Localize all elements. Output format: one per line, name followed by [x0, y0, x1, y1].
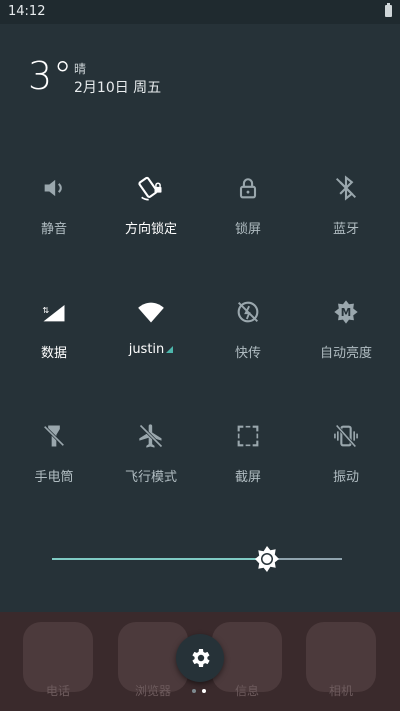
- tile-rotation-lock[interactable]: 方向锁定: [101, 174, 201, 284]
- tile-data[interactable]: ⇅ 数据: [4, 298, 104, 408]
- tile-bluetooth[interactable]: 蓝牙: [296, 174, 396, 284]
- volume-icon: [40, 174, 68, 202]
- settings-button[interactable]: [176, 634, 224, 682]
- page-dot-active: [202, 689, 206, 693]
- tile-auto-brightness[interactable]: M 自动亮度: [296, 298, 396, 408]
- tile-mute[interactable]: 静音: [4, 174, 104, 284]
- airplane-off-icon: [137, 422, 165, 450]
- wifi-network-name: justin: [128, 342, 165, 357]
- page-indicator: [192, 689, 212, 695]
- tile-lock-screen[interactable]: 锁屏: [198, 174, 298, 284]
- bluetooth-off-icon: [332, 174, 360, 202]
- status-bar: 14:12: [0, 0, 400, 24]
- auto-brightness-icon: M: [332, 298, 360, 326]
- tile-label: 手电筒: [34, 470, 74, 485]
- slider-fill: [52, 558, 267, 560]
- tile-label: 快传: [234, 346, 261, 361]
- wifi-icon: [137, 298, 165, 326]
- weather-condition: 晴: [74, 62, 87, 76]
- page-dot: [192, 689, 196, 693]
- tile-airplane-mode[interactable]: 飞行模式: [101, 422, 201, 532]
- tile-label: 自动亮度: [319, 346, 372, 361]
- tile-label: 振动: [332, 470, 359, 485]
- tile-quick-transfer[interactable]: 快传: [198, 298, 298, 408]
- rotation-lock-icon: [137, 174, 165, 202]
- tile-label: 静音: [40, 222, 67, 237]
- tile-wifi[interactable]: justin: [101, 298, 201, 408]
- dock-label: 相机: [328, 684, 353, 698]
- tile-label: 方向锁定: [124, 222, 177, 237]
- tile-label: 锁屏: [234, 222, 261, 237]
- status-time: 14:12: [8, 4, 46, 19]
- dock-label: 电话: [45, 684, 70, 698]
- brightness-sun-icon: [254, 546, 279, 572]
- svg-text:M: M: [341, 307, 351, 319]
- tile-label: 飞行模式: [124, 470, 177, 485]
- tile-flashlight[interactable]: 手电筒: [4, 422, 104, 532]
- temperature: 3°: [28, 54, 74, 98]
- lock-icon: [234, 174, 262, 202]
- tile-label: 数据: [40, 346, 67, 361]
- battery-icon: [385, 3, 392, 17]
- wifi-signal-indicator: [166, 346, 174, 353]
- gear-icon: [192, 649, 210, 667]
- tile-vibrate[interactable]: 振动: [296, 422, 396, 532]
- svg-text:⇅: ⇅: [42, 305, 49, 315]
- screenshot-icon: [234, 422, 262, 450]
- tile-label: 蓝牙: [332, 222, 359, 237]
- vibrate-off-icon: [332, 422, 360, 450]
- dock-label: 信息: [234, 684, 259, 698]
- tile-label: 截屏: [234, 470, 261, 485]
- cellular-data-icon: ⇅: [40, 298, 68, 326]
- date-label: 2月10日 周五: [74, 80, 162, 96]
- flashlight-off-icon: [40, 422, 68, 450]
- brightness-slider[interactable]: [52, 546, 342, 572]
- tile-screenshot[interactable]: 截屏: [198, 422, 298, 532]
- tile-label: justin: [101, 342, 201, 357]
- dock-label: 浏览器: [134, 684, 171, 698]
- brightness-thumb[interactable]: [253, 545, 281, 573]
- quick-transfer-off-icon: [234, 298, 262, 326]
